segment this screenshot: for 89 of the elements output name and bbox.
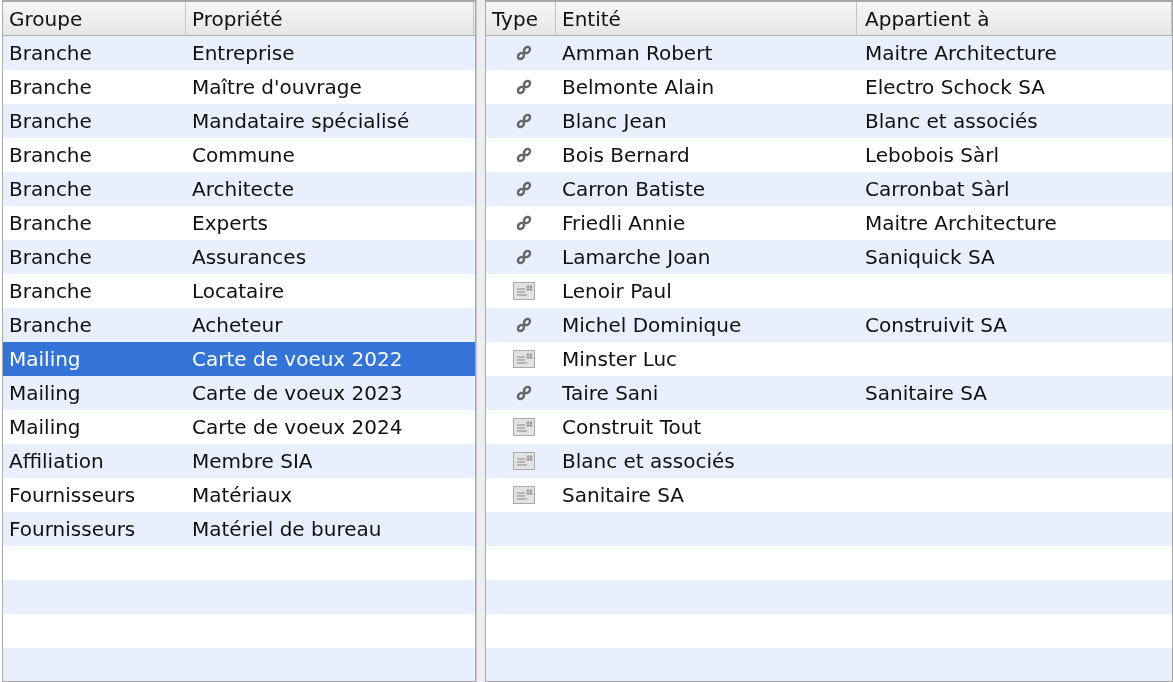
table-cell-text: Branche: [8, 143, 93, 167]
table-row[interactable]: Lamarche Joan Saniquick SA: [486, 240, 1172, 274]
table-row[interactable]: Amman Robert Maitre Architecture: [486, 36, 1172, 70]
table-row[interactable]: Carron Batiste Carronbat Sàrl: [486, 172, 1172, 206]
table-row[interactable]: Affiliation Membre SIA: [3, 444, 475, 478]
table-cell-text: Experts: [191, 211, 269, 235]
column-header[interactable]: Propriété: [186, 2, 474, 35]
table-cell-text: Amman Robert: [561, 41, 714, 65]
table-cell-text: Branche: [8, 41, 93, 65]
table-row[interactable]: Mailing Carte de voeux 2023: [3, 376, 475, 410]
table-row[interactable]: Branche Architecte: [3, 172, 475, 206]
table-cell-text: Matériaux: [191, 483, 294, 507]
splitter-handle[interactable]: [476, 0, 485, 682]
table-cell-text: Friedli Annie: [561, 211, 687, 235]
table-cell-text: Fournisseurs: [8, 517, 137, 541]
table-cell-text: Commune: [191, 143, 296, 167]
table-cell-text: Branche: [8, 245, 93, 269]
column-header[interactable]: Groupe: [3, 2, 186, 35]
table-cell-text: Architecte: [191, 177, 295, 201]
table-cell-text: Maitre Architecture: [864, 211, 1058, 235]
table-cell-text: Carron Batiste: [561, 177, 707, 201]
table-cell-text: Construit Tout: [561, 415, 703, 439]
table-cell-text: Construivit SA: [864, 313, 1008, 337]
table-cell-text: Blanc et associés: [864, 109, 1039, 133]
table-cell-text: Membre SIA: [191, 449, 314, 473]
chain-link-icon: [515, 44, 533, 62]
table-cell-text: Branche: [8, 177, 93, 201]
table-row[interactable]: Taire Sani Sanitaire SA: [486, 376, 1172, 410]
table-cell-text: Mailing: [8, 415, 82, 439]
table-cell-text: Bois Bernard: [561, 143, 691, 167]
document-icon: [513, 418, 535, 436]
table-cell-text: Branche: [8, 313, 93, 337]
table-cell-text: Saniquick SA: [864, 245, 996, 269]
table-row[interactable]: Fournisseurs Matériel de bureau: [3, 512, 475, 546]
table-cell-text: Carte de voeux 2022: [191, 347, 404, 371]
column-header[interactable]: Type: [486, 2, 556, 35]
table-row[interactable]: Branche Acheteur: [3, 308, 475, 342]
table-cell-text: Acheteur: [191, 313, 284, 337]
chain-link-icon: [515, 78, 533, 96]
table-cell-text: Branche: [8, 109, 93, 133]
chain-link-icon: [515, 146, 533, 164]
document-icon: [513, 282, 535, 300]
table-row[interactable]: Michel Dominique Construivit SA: [486, 308, 1172, 342]
table-cell-text: Blanc Jean: [561, 109, 668, 133]
chain-link-icon: [515, 384, 533, 402]
table-cell-text: Carronbat Sàrl: [864, 177, 1011, 201]
chain-link-icon: [515, 180, 533, 198]
table-row[interactable]: Branche Assurances: [3, 240, 475, 274]
table-cell-text: Mandataire spécialisé: [191, 109, 411, 133]
document-icon: [513, 486, 535, 504]
table-cell-text: Branche: [8, 75, 93, 99]
table-cell-text: Sanitaire SA: [561, 483, 686, 507]
table-row[interactable]: Branche Mandataire spécialisé: [3, 104, 475, 138]
table-cell-text: Carte de voeux 2023: [191, 381, 404, 405]
table-cell-text: Maître d'ouvrage: [191, 75, 363, 99]
table-cell-text: Michel Dominique: [561, 313, 743, 337]
table-row[interactable]: Blanc Jean Blanc et associés: [486, 104, 1172, 138]
table-cell-text: Lenoir Paul: [561, 279, 673, 303]
table-cell-text: Electro Schock SA: [864, 75, 1046, 99]
table-cell-text: Branche: [8, 211, 93, 235]
table-cell-text: Blanc et associés: [561, 449, 736, 473]
table-cell-text: Entreprise: [191, 41, 296, 65]
document-icon: [513, 452, 535, 470]
column-header[interactable]: Entité: [556, 2, 857, 35]
table-cell-text: Minster Luc: [561, 347, 679, 371]
table-cell-text: Affiliation: [8, 449, 105, 473]
table-cell-text: Mailing: [8, 347, 82, 371]
table-row[interactable]: Mailing Carte de voeux 2022: [3, 342, 475, 376]
table-cell-text: Belmonte Alain: [561, 75, 716, 99]
column-header[interactable]: Appartient à: [857, 2, 1172, 35]
document-icon: [513, 350, 535, 368]
table-row[interactable]: Blanc et associés: [486, 444, 1172, 478]
table-cell-text: Matériel de bureau: [191, 517, 383, 541]
table-cell-text: Locataire: [191, 279, 286, 303]
table-cell-text: Maitre Architecture: [864, 41, 1058, 65]
table-row[interactable]: Branche Entreprise: [3, 36, 475, 70]
table-cell-text: Mailing: [8, 381, 82, 405]
table-cell-text: Lamarche Joan: [561, 245, 712, 269]
chain-link-icon: [515, 248, 533, 266]
chain-link-icon: [515, 316, 533, 334]
table-cell-text: Sanitaire SA: [864, 381, 989, 405]
table-cell-text: Lebobois Sàrl: [864, 143, 1001, 167]
chain-link-icon: [515, 112, 533, 130]
table-cell-text: Taire Sani: [561, 381, 660, 405]
chain-link-icon: [515, 214, 533, 232]
table-cell-text: Branche: [8, 279, 93, 303]
table-cell-text: Carte de voeux 2024: [191, 415, 404, 439]
table-cell-text: Assurances: [191, 245, 308, 269]
table-cell-text: Fournisseurs: [8, 483, 137, 507]
